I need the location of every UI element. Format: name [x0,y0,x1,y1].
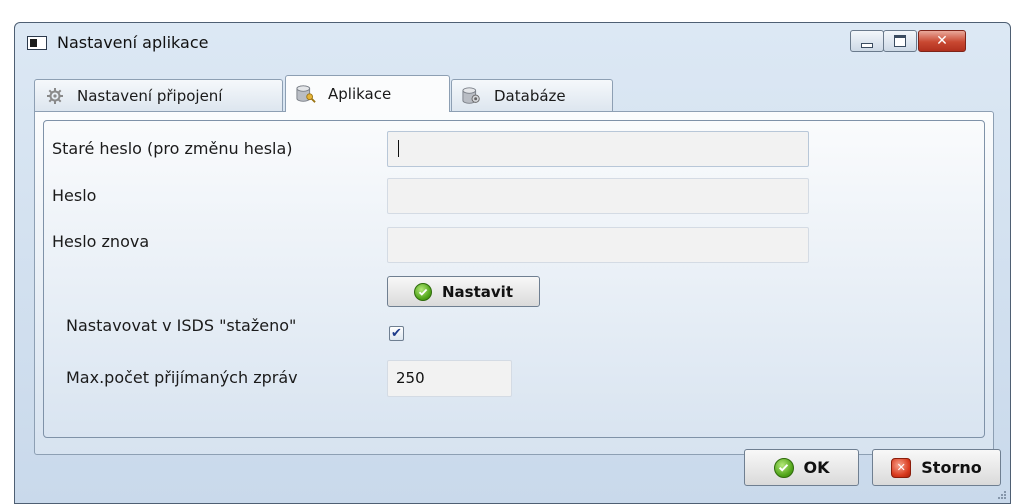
set-password-button-label: Nastavit [442,282,513,301]
text-caret [398,140,399,157]
tab-label: Databáze [494,86,566,105]
old-password-label: Staré heslo (pro změnu hesla) [52,139,293,158]
cancel-icon: ✕ [891,457,912,478]
window-title: Nastavení aplikace [57,33,209,52]
settings-window: Nastavení aplikace ✕ Nastavení připojení… [14,22,1011,504]
checkmark-icon: ✔ [391,326,402,341]
tab-connection-settings[interactable]: Nastavení připojení [34,79,283,111]
close-icon: ✕ [936,33,948,49]
settings-group: Staré heslo (pro změnu hesla) Heslo Hesl… [43,120,985,438]
tab-application[interactable]: Aplikace [285,75,450,112]
resize-grip-icon[interactable] [997,490,1007,500]
database-key-icon [296,85,316,103]
ok-button-label: OK [803,458,830,477]
maximize-icon [894,35,906,47]
check-circle-icon [773,457,794,478]
set-password-button[interactable]: Nastavit [387,276,540,307]
password-again-label: Heslo znova [52,232,150,251]
database-gear-icon [462,86,482,105]
password-again-input[interactable] [387,227,809,263]
max-messages-label: Max.počet přijímaných zpráv [66,368,298,387]
check-circle-icon [414,282,432,301]
application-window-icon [27,36,47,50]
title-bar[interactable]: Nastavení aplikace ✕ [15,23,1010,65]
ok-button[interactable]: OK [744,449,859,486]
tab-label: Nastavení připojení [77,86,223,105]
max-messages-input[interactable]: 250 [387,360,512,397]
minimize-button[interactable] [850,30,884,52]
cancel-button-label: Storno [921,458,982,477]
cancel-button[interactable]: ✕ Storno [872,449,1001,486]
tab-database[interactable]: Databáze [451,79,613,111]
close-button[interactable]: ✕ [918,30,966,52]
set-downloaded-checkbox[interactable]: ✔ [389,326,404,341]
minimize-icon [861,42,873,48]
tab-label: Aplikace [328,85,392,103]
gear-icon [45,87,65,105]
old-password-input[interactable] [387,131,809,167]
tab-panel-application: Staré heslo (pro změnu hesla) Heslo Hesl… [34,111,994,455]
password-input[interactable] [387,178,809,214]
maximize-button[interactable] [883,30,917,52]
password-label: Heslo [52,186,97,205]
set-downloaded-label: Nastavovat v ISDS "staženo" [66,316,297,335]
